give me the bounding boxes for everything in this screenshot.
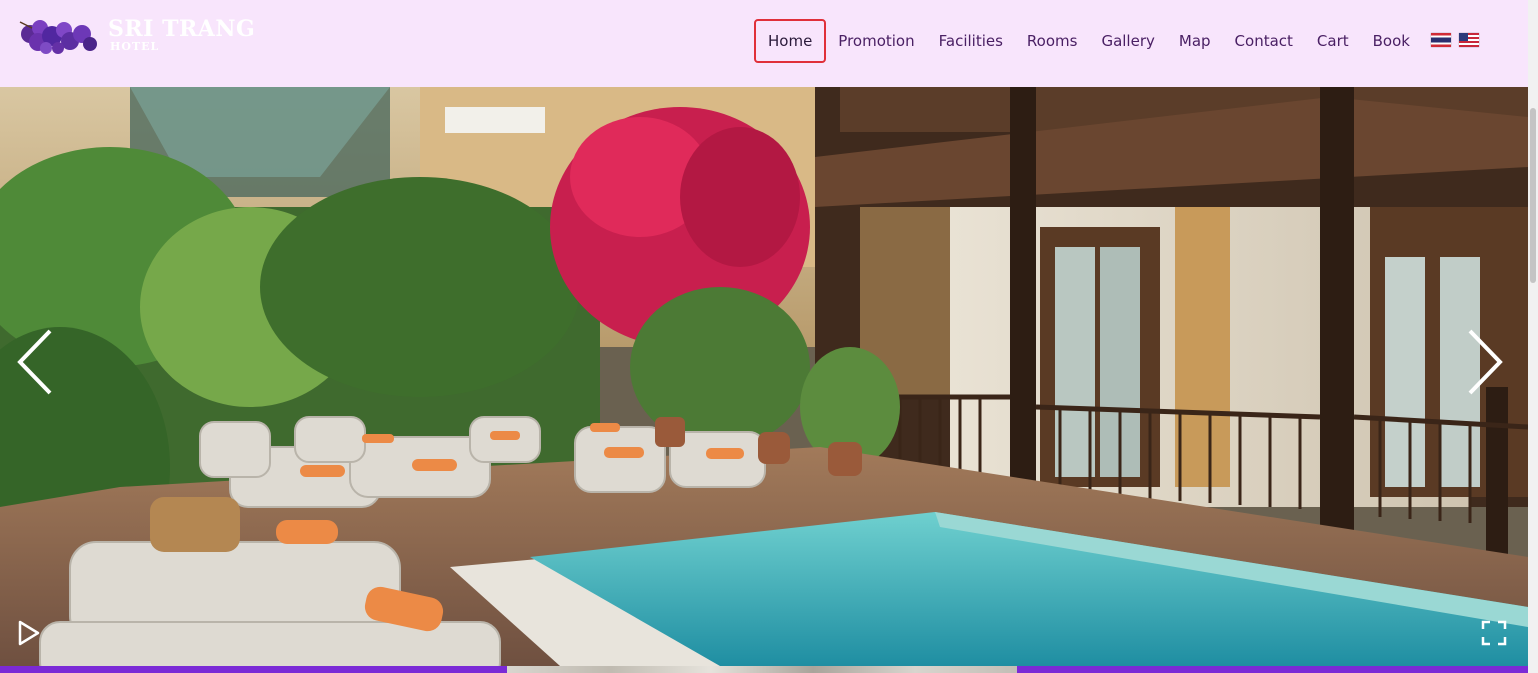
main-navigation: Home Promotion Facilities Rooms Gallery … xyxy=(754,19,1422,63)
play-icon[interactable] xyxy=(16,619,42,647)
logo-name: SRI TRANG xyxy=(108,16,256,42)
logo-subtitle: HOTEL xyxy=(110,40,160,53)
hotel-logo[interactable]: SRI TRANG HOTEL xyxy=(18,14,255,58)
nav-item-map[interactable]: Map xyxy=(1167,19,1223,63)
nav-item-facilities[interactable]: Facilities xyxy=(927,19,1015,63)
slider-thumbnail-strip[interactable] xyxy=(507,666,1017,673)
thai-flag-icon[interactable] xyxy=(1431,33,1451,47)
nav-item-promotion[interactable]: Promotion xyxy=(826,19,926,63)
flower-logo-icon xyxy=(19,20,97,54)
nav-item-book[interactable]: Book xyxy=(1361,19,1422,63)
hero-image xyxy=(0,87,1528,666)
nav-item-home[interactable]: Home xyxy=(754,19,827,63)
hero-slider xyxy=(0,87,1528,666)
chevron-left-icon[interactable] xyxy=(14,327,54,397)
language-switcher xyxy=(1431,33,1479,47)
nav-item-cart[interactable]: Cart xyxy=(1305,19,1361,63)
nav-item-rooms[interactable]: Rooms xyxy=(1015,19,1090,63)
us-flag-icon[interactable] xyxy=(1459,33,1479,47)
page-scrollbar[interactable] xyxy=(1528,0,1538,673)
site-header: SRI TRANG HOTEL Home Promotion Facilitie… xyxy=(0,0,1528,87)
nav-item-contact[interactable]: Contact xyxy=(1223,19,1305,63)
scrollbar-thumb[interactable] xyxy=(1530,108,1536,283)
fullscreen-icon[interactable] xyxy=(1480,619,1508,647)
nav-item-gallery[interactable]: Gallery xyxy=(1089,19,1166,63)
chevron-right-icon[interactable] xyxy=(1466,327,1506,397)
